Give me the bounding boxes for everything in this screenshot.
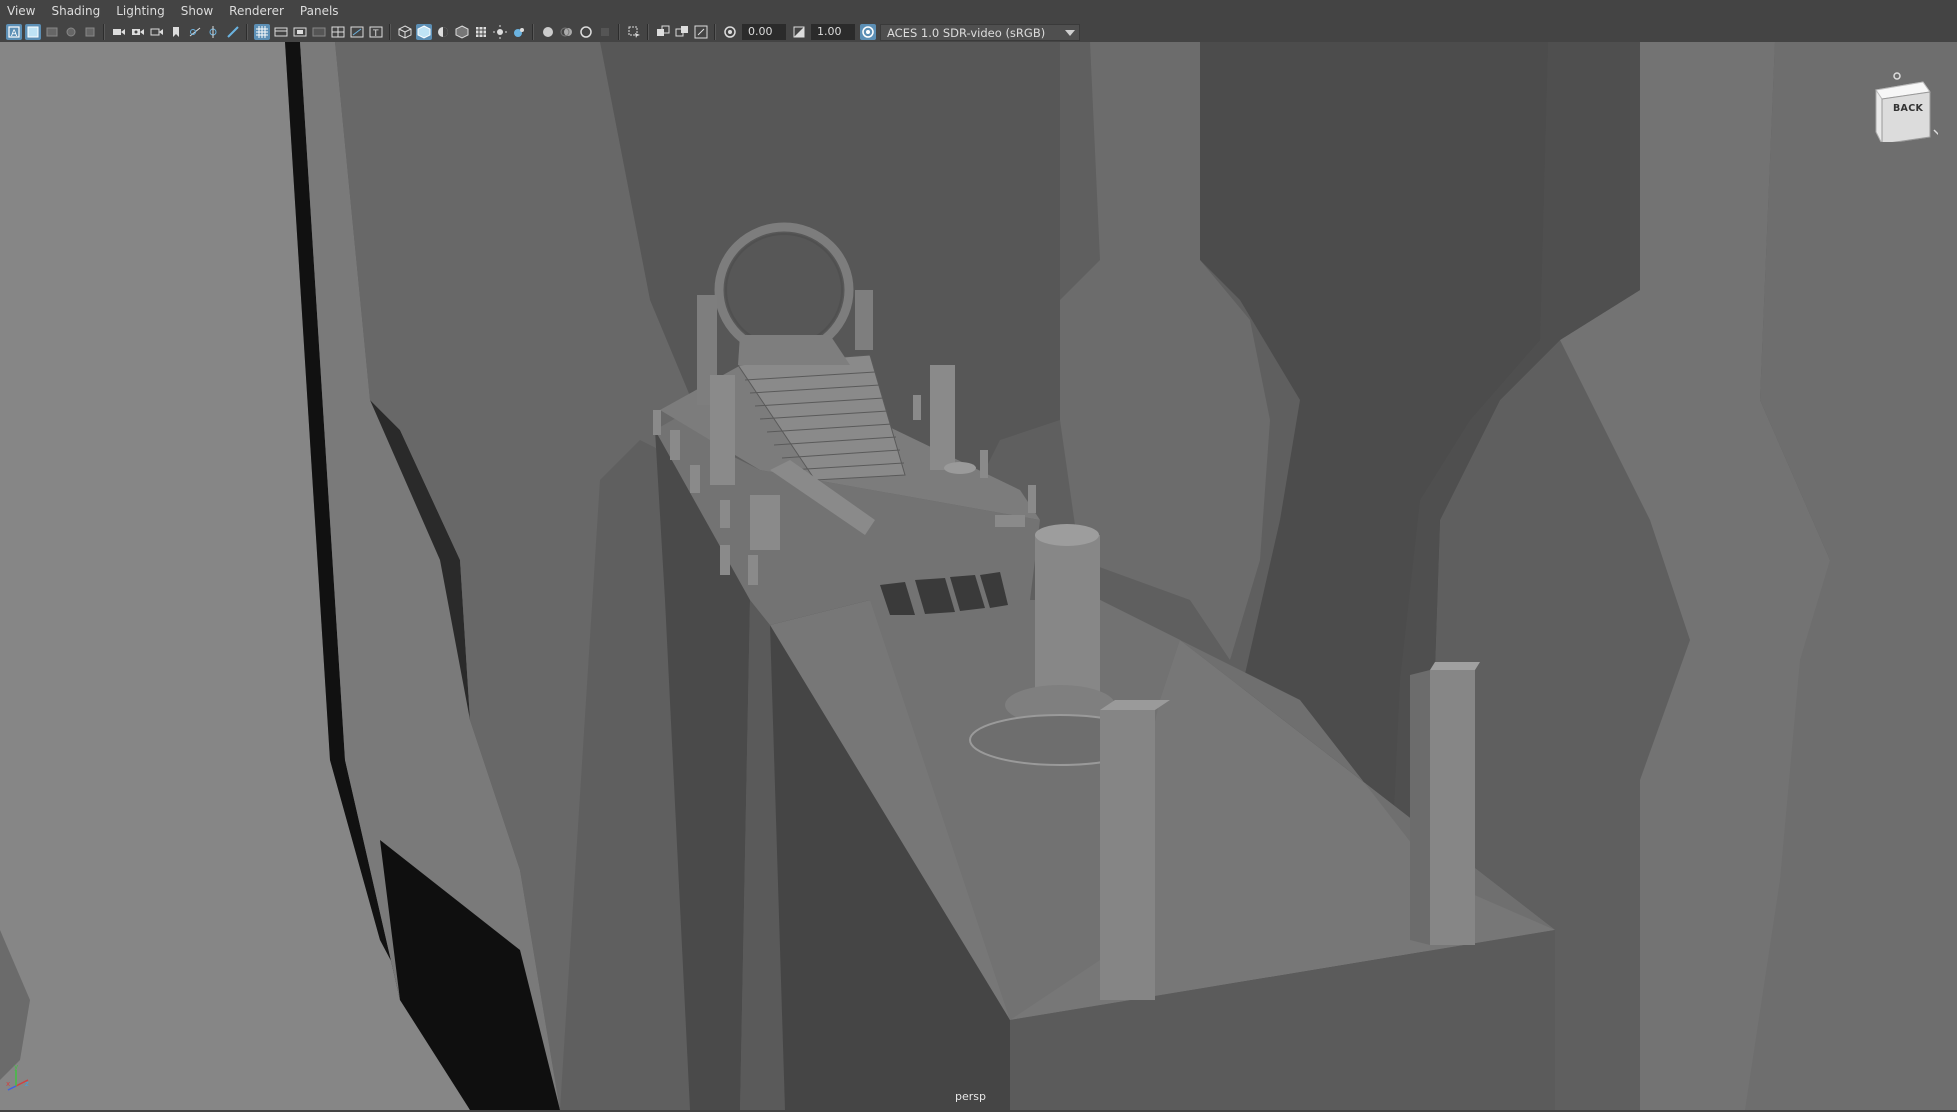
film-gate-icon[interactable] (273, 24, 289, 40)
image-plane-icon[interactable] (63, 24, 79, 40)
svg-text:T: T (372, 29, 379, 38)
view-transform-value: ACES 1.0 SDR-video (sRGB) (887, 25, 1046, 40)
wireframe-on-shaded-icon[interactable] (435, 24, 451, 40)
menu-renderer[interactable]: Renderer (221, 0, 292, 22)
chevron-down-icon (1065, 29, 1075, 36)
smooth-shade-icon[interactable] (415, 24, 432, 40)
panel-menu-bar: View Shading Lighting Show Renderer Pane… (0, 0, 1957, 22)
toolbar-separator (246, 24, 248, 40)
resolution-gate-icon[interactable] (292, 24, 308, 40)
wireframe-icon[interactable] (397, 24, 413, 40)
gamma-icon[interactable] (791, 24, 807, 40)
toolbar-separator (532, 24, 534, 40)
grid-icon[interactable] (253, 24, 270, 40)
xray-components-icon[interactable] (693, 24, 709, 40)
safe-title-icon[interactable]: T (368, 24, 384, 40)
maya-viewport-panel: View Shading Lighting Show Renderer Pane… (0, 0, 1957, 1112)
camera-tumble-icon[interactable] (149, 24, 165, 40)
gamma-field[interactable]: 1.00 (811, 24, 855, 40)
multisample-aa-icon[interactable] (578, 24, 594, 40)
xray-icon[interactable] (655, 24, 671, 40)
menu-lighting[interactable]: Lighting (108, 0, 173, 22)
use-all-lights-icon[interactable] (473, 24, 489, 40)
grease-pencil-icon[interactable] (82, 24, 98, 40)
screen-space-ao-icon[interactable] (540, 24, 556, 40)
camera-attributes-icon[interactable] (24, 24, 41, 40)
svg-text:y: y (14, 1063, 18, 1071)
textured-icon[interactable] (454, 24, 470, 40)
shadows-icon[interactable] (492, 24, 508, 40)
bookmark-icon[interactable] (44, 24, 60, 40)
camera-name-label: persp (955, 1090, 986, 1103)
toolbar-separator (618, 24, 620, 40)
camera-lock-icon[interactable] (130, 24, 146, 40)
safe-action-icon[interactable] (349, 24, 365, 40)
view-transform-dropdown[interactable]: ACES 1.0 SDR-video (sRGB) (880, 23, 1080, 41)
toolbar-separator (714, 24, 716, 40)
pencil-icon[interactable] (206, 24, 222, 40)
xray-joints-icon[interactable] (674, 24, 690, 40)
color-management-icon[interactable] (859, 24, 876, 40)
motion-blur-icon[interactable] (559, 24, 575, 40)
isolate-select-icon[interactable] (626, 24, 642, 40)
camera-icon[interactable] (111, 24, 127, 40)
depth-of-field-icon[interactable] (597, 24, 613, 40)
select-camera-icon[interactable]: A (5, 24, 22, 40)
view-cube-face-label: BACK (1893, 103, 1924, 114)
3d-viewport[interactable]: BACK y z x persp (0, 42, 1957, 1110)
exposure-icon[interactable] (722, 24, 738, 40)
menu-panels[interactable]: Panels (292, 0, 347, 22)
toolbar-separator (389, 24, 391, 40)
toolbar-separator (647, 24, 649, 40)
ambient-occlusion-icon[interactable] (511, 24, 527, 40)
svg-text:z: z (25, 1080, 29, 1088)
brush-icon[interactable] (225, 24, 241, 40)
field-chart-icon[interactable] (330, 24, 346, 40)
pan-zoom-icon[interactable] (187, 24, 203, 40)
toolbar-separator (103, 24, 105, 40)
menu-shading[interactable]: Shading (43, 0, 108, 22)
bookmark-flag-icon[interactable] (168, 24, 184, 40)
svg-text:A: A (11, 29, 18, 38)
exposure-field[interactable]: 0.00 (742, 24, 786, 40)
scene-render (0, 42, 1957, 1110)
panel-toolbar: A T 0.00 1.00 ACES 1.0 SDR-video (sRGB) (0, 22, 1957, 42)
menu-show[interactable]: Show (173, 0, 221, 22)
menu-view[interactable]: View (0, 0, 43, 22)
axis-gizmo-icon: y z x (6, 1063, 29, 1091)
svg-text:x: x (6, 1080, 10, 1088)
gate-mask-icon[interactable] (311, 24, 327, 40)
